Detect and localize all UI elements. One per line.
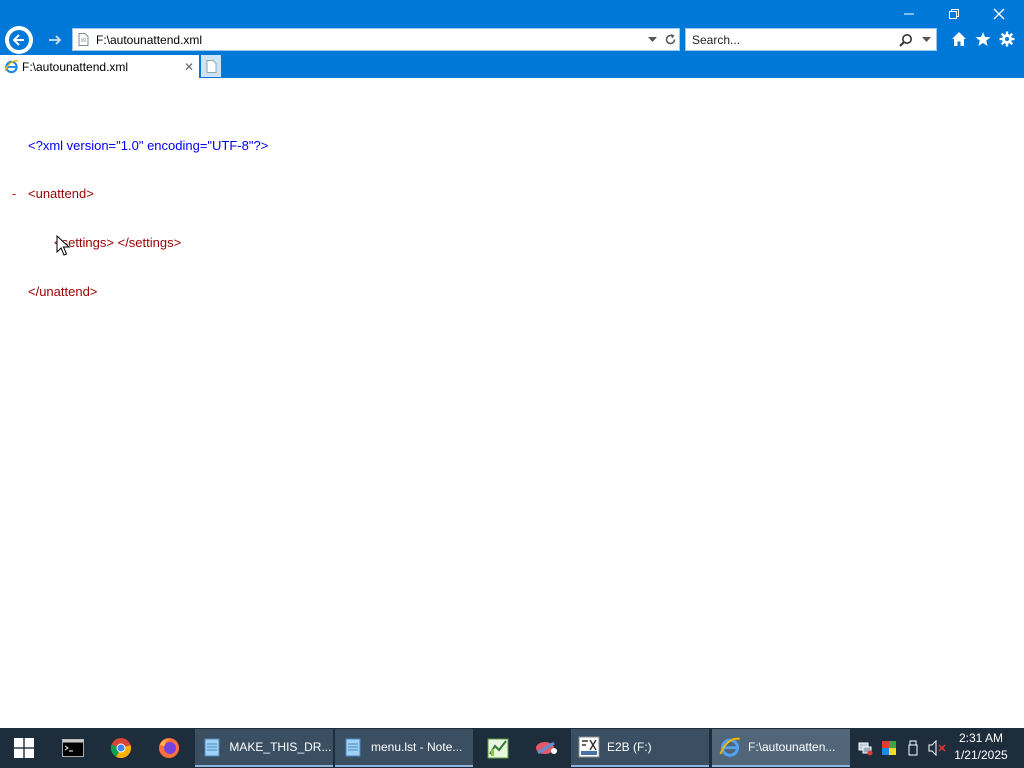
search-button[interactable] <box>896 29 916 50</box>
mouse-pointer-icon <box>56 235 70 256</box>
search-box[interactable] <box>685 28 937 51</box>
restore-icon <box>949 9 959 19</box>
ie-icon <box>712 729 748 765</box>
tab-close-button[interactable]: ✕ <box>179 57 199 77</box>
clock-date: 1/21/2025 <box>954 748 1008 762</box>
network-icon <box>858 742 873 756</box>
tray-usb[interactable] <box>902 728 924 768</box>
start-icon <box>14 738 34 758</box>
xml-declaration: <?xml version="1.0" encoding="UTF-8"?> <box>28 137 269 153</box>
xml-child-line: <settings> </settings> <box>12 235 268 251</box>
magnifier-icon <box>899 33 912 47</box>
home-icon <box>952 32 966 46</box>
close-icon <box>993 8 1005 20</box>
xml-declaration-line: <?xml version="1.0" encoding="UTF-8"?> <box>12 138 268 154</box>
restore-button[interactable] <box>931 0 977 28</box>
minimize-button[interactable] <box>886 0 932 28</box>
chevron-down-icon <box>647 36 657 42</box>
chrome-button[interactable] <box>97 728 145 768</box>
document-icon <box>73 29 93 50</box>
e2b-icon <box>571 729 607 765</box>
taskbar-app-ie[interactable]: F:\autounatten... <box>712 729 850 767</box>
firefox-icon <box>159 738 179 758</box>
search-dropdown-button[interactable] <box>916 29 936 50</box>
taskbar-app-label: menu.lst - Note... <box>371 740 463 754</box>
chart-app-icon <box>487 738 509 759</box>
usb-icon <box>908 740 918 756</box>
taskbar-app-e2b[interactable]: E2B (F:) <box>571 729 709 767</box>
tray-color[interactable] <box>878 728 900 768</box>
taskbar-app-notepad-2[interactable]: menu.lst - Note... <box>335 729 473 767</box>
close-button[interactable] <box>976 0 1022 28</box>
refresh-button[interactable] <box>661 29 679 50</box>
gear-icon <box>999 31 1015 47</box>
forward-button[interactable] <box>42 28 68 52</box>
tool-app-icon <box>536 741 557 755</box>
terminal-button[interactable] <box>49 728 97 768</box>
notepad-icon <box>335 729 371 765</box>
xml-root-close-line: </unattend> <box>12 284 268 300</box>
ie-icon <box>0 56 22 78</box>
address-bar[interactable]: F:\autounattend.xml <box>72 28 680 51</box>
volume-muted-icon <box>928 740 946 756</box>
new-tab-button[interactable] <box>201 55 221 77</box>
chrome-icon <box>110 738 131 759</box>
firefox-button[interactable] <box>145 728 193 768</box>
xml-settings-element: <settings> </settings> <box>54 235 182 251</box>
tab-title: F:\autounattend.xml <box>22 59 129 74</box>
xml-tree: <?xml version="1.0" encoding="UTF-8"?> -… <box>12 105 268 333</box>
terminal-icon <box>62 739 84 757</box>
page-content: <?xml version="1.0" encoding="UTF-8"?> -… <box>0 78 1024 728</box>
refresh-icon <box>665 34 675 45</box>
star-icon <box>975 32 991 46</box>
arrow-right-icon <box>49 35 62 45</box>
clock-time: 2:31 AM <box>958 731 1004 745</box>
taskbar-app-notepad-1[interactable]: MAKE_THIS_DR... <box>195 729 333 767</box>
back-button[interactable] <box>5 26 33 54</box>
minimize-icon <box>904 13 914 15</box>
home-button[interactable] <box>948 28 970 50</box>
new-tab-icon <box>206 59 216 73</box>
taskbar-app-label: F:\autounatten... <box>748 740 836 754</box>
color-icon <box>882 741 896 755</box>
browser-chrome: F:\autounattend.xml F:\autounattend.xml … <box>0 0 1024 78</box>
address-url[interactable]: F:\autounattend.xml <box>93 33 643 47</box>
taskbar-app-chart[interactable] <box>474 728 522 768</box>
xml-root-close-tag: </unattend> <box>28 284 98 300</box>
system-clock[interactable]: 2:31 AM 1/21/2025 <box>950 730 1012 766</box>
tray-network[interactable] <box>854 728 876 768</box>
xml-root-open-tag: <unattend> <box>28 186 94 202</box>
start-button[interactable] <box>0 728 48 768</box>
notepad-icon <box>195 729 229 765</box>
search-input[interactable] <box>686 32 896 47</box>
address-dropdown-button[interactable] <box>643 29 661 50</box>
arrow-left-icon <box>9 30 29 50</box>
tray-volume[interactable] <box>926 728 948 768</box>
taskbar-app-label: E2B (F:) <box>607 740 652 754</box>
taskbar: MAKE_THIS_DR... menu.lst - Note... E2B (… <box>0 728 1024 768</box>
collapse-toggle[interactable]: - <box>12 186 28 202</box>
tab-active[interactable]: F:\autounattend.xml ✕ <box>0 55 199 78</box>
taskbar-app-tool[interactable] <box>522 728 570 768</box>
chevron-down-icon <box>921 36 931 42</box>
favorites-button[interactable] <box>972 28 994 50</box>
xml-root-open-line: - <unattend> <box>12 186 268 202</box>
taskbar-app-label: MAKE_THIS_DR... <box>229 740 332 754</box>
tools-button[interactable] <box>996 28 1018 50</box>
